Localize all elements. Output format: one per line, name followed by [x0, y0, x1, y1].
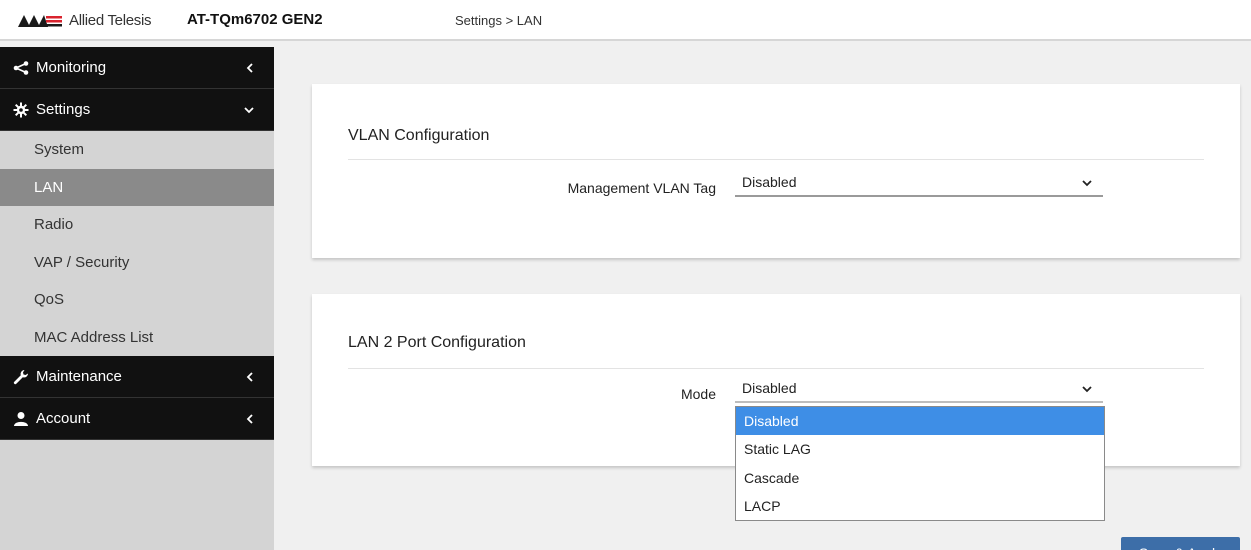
- vlan-configuration-card: VLAN Configuration Management VLAN Tag D…: [312, 84, 1240, 258]
- nav-group-label: Maintenance: [36, 368, 122, 385]
- chevron-left-icon: [246, 356, 254, 398]
- option-cascade[interactable]: Cascade: [736, 464, 1104, 492]
- gear-icon: [12, 102, 30, 118]
- sidebar-item-qos[interactable]: QoS: [0, 281, 274, 319]
- sidebar: Monitoring Settings System LAN Radio VAP…: [0, 47, 274, 550]
- section-title: LAN 2 Port Configuration: [348, 334, 526, 351]
- nav-group-account[interactable]: Account: [0, 398, 274, 440]
- management-vlan-tag-select[interactable]: Disabled: [735, 171, 1103, 197]
- chevron-down-icon: [1081, 381, 1093, 397]
- chevron-left-icon: [246, 398, 254, 440]
- sidebar-item-system[interactable]: System: [0, 131, 274, 169]
- nav-group-label: Monitoring: [36, 59, 107, 76]
- product-name: AT-TQm6702 GEN2: [187, 11, 323, 28]
- field-label: Mode: [680, 386, 716, 402]
- chevron-down-icon: [244, 89, 254, 131]
- field-label: Management VLAN Tag: [567, 180, 716, 196]
- brand-name: Allied Telesis: [69, 11, 152, 29]
- nav-group-maintenance[interactable]: Maintenance: [0, 356, 274, 398]
- nav-group-settings[interactable]: Settings: [0, 89, 274, 131]
- section-divider: [348, 368, 1204, 369]
- chevron-down-icon: [1081, 175, 1093, 191]
- sidebar-item-mac-address-list[interactable]: MAC Address List: [0, 319, 274, 357]
- option-disabled[interactable]: Disabled: [736, 407, 1104, 436]
- share-icon: [12, 60, 30, 76]
- section-divider: [348, 159, 1204, 160]
- wrench-icon: [12, 369, 30, 385]
- brand-logo: Allied Telesis: [18, 10, 152, 30]
- sidebar-item-radio[interactable]: Radio: [0, 206, 274, 244]
- mode-select[interactable]: Disabled: [735, 377, 1103, 403]
- section-title: VLAN Configuration: [348, 127, 490, 144]
- allied-telesis-logo-icon: [18, 15, 62, 27]
- sidebar-item-lan[interactable]: LAN: [0, 168, 274, 206]
- save-apply-button[interactable]: Save & Apply: [1121, 537, 1240, 550]
- chevron-left-icon: [246, 47, 254, 89]
- mode-dropdown-list: Disabled Static LAG Cascade LACP: [735, 406, 1105, 521]
- nav-group-label: Settings: [36, 101, 91, 118]
- select-value: Disabled: [742, 174, 797, 190]
- nav-group-monitoring[interactable]: Monitoring: [0, 47, 274, 89]
- option-static-lag[interactable]: Static LAG: [736, 435, 1104, 463]
- option-lacp[interactable]: LACP: [736, 492, 1104, 520]
- sidebar-item-vap-security[interactable]: VAP / Security: [0, 244, 274, 282]
- user-icon: [12, 411, 30, 427]
- nav-group-label: Account: [36, 410, 91, 427]
- select-value: Disabled: [742, 380, 797, 396]
- breadcrumb: Settings > LAN: [455, 13, 543, 28]
- header: Allied Telesis AT-TQm6702 GEN2 Settings …: [0, 0, 1251, 41]
